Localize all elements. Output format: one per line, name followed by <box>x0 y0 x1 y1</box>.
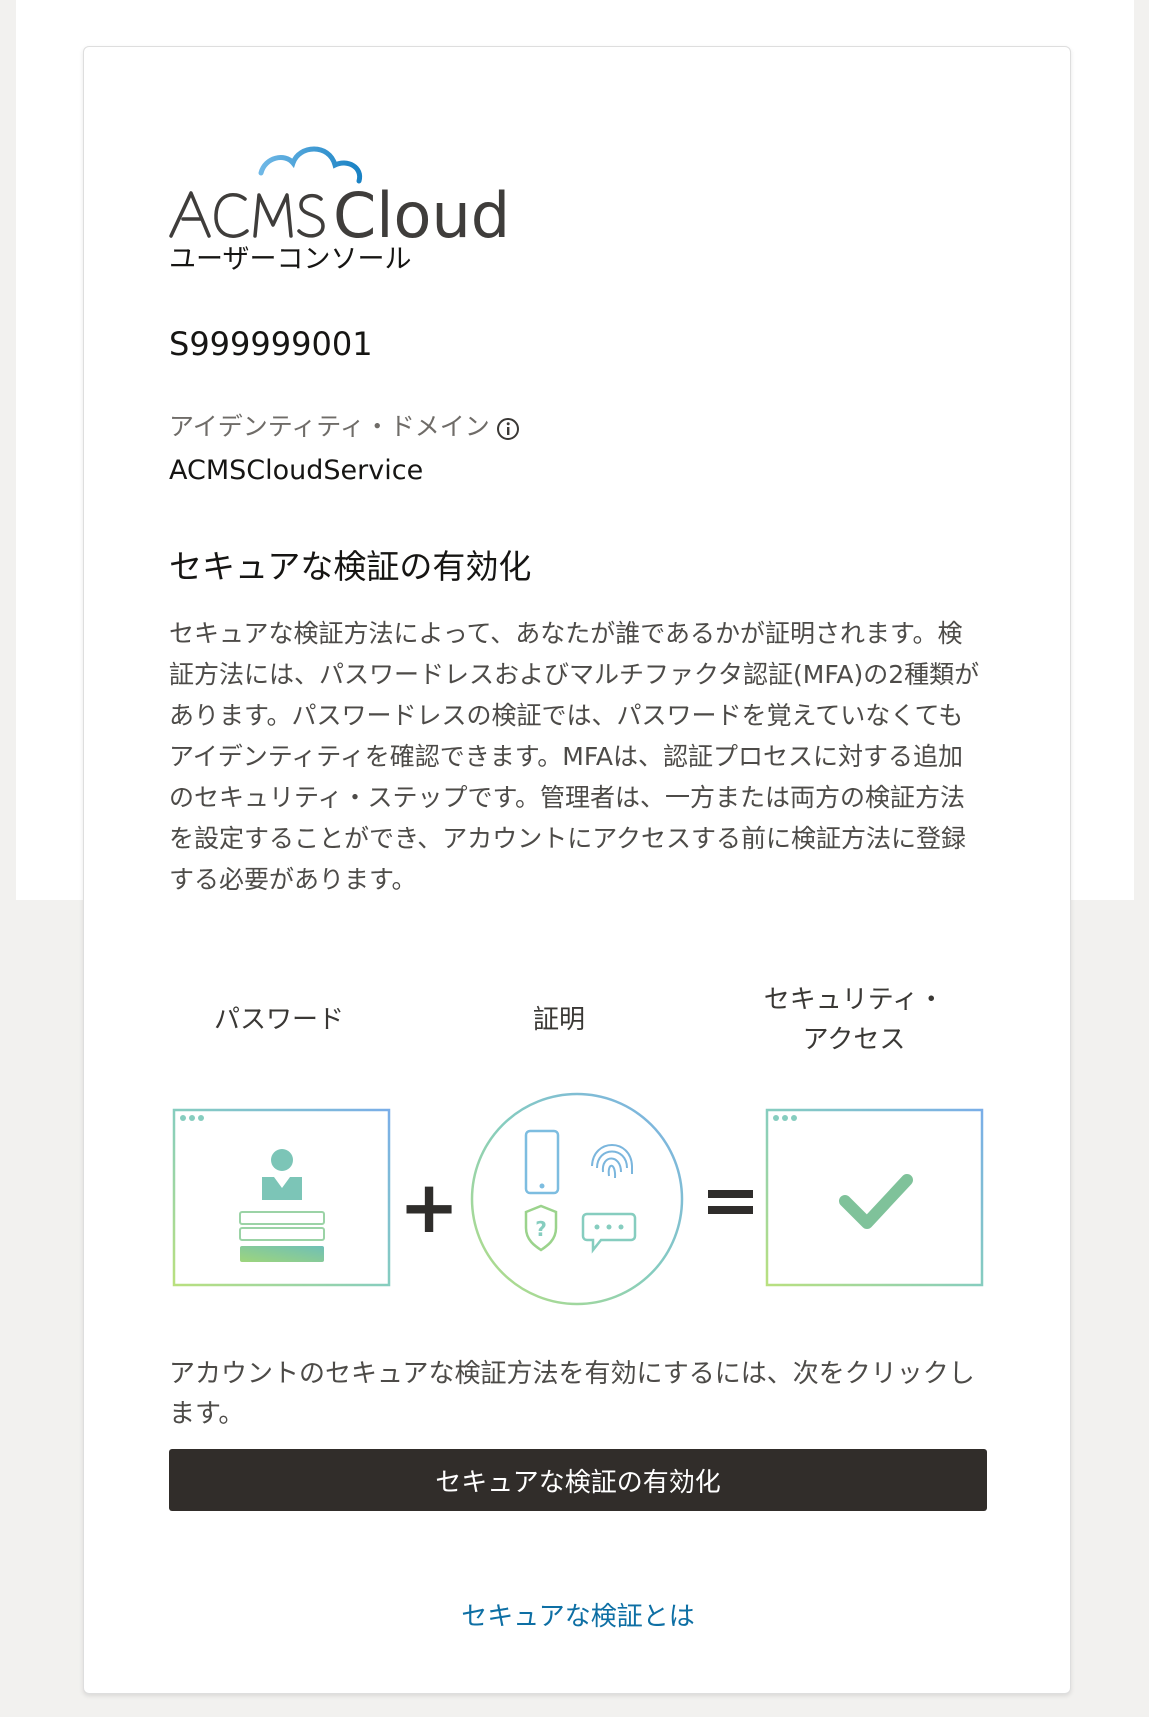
info-circle-icon[interactable] <box>496 415 520 440</box>
access-window-icon <box>765 1108 984 1287</box>
shield-question-icon: ? <box>524 1204 558 1252</box>
verification-diagram: パスワード 証明 セキュリティ・ アクセス + ? <box>169 940 987 1310</box>
identity-domain-value: ACMSCloudService <box>169 455 424 486</box>
fingerprint-icon <box>591 1144 633 1179</box>
instruction-text: アカウントのセキュアな検証方法を有効にするには、次をクリックします。 <box>169 1359 975 1429</box>
diagram-graphic: + ? <box>172 1092 984 1306</box>
equals-sign <box>708 1190 753 1214</box>
password-window-icon <box>172 1108 391 1287</box>
checkmark-icon <box>839 1174 913 1229</box>
app-name: ユーザーコンソール <box>169 244 412 275</box>
description-text: セキュアな検証方法によって、あなたが誰であるかが証明されます。検証方法には、パス… <box>169 619 980 894</box>
cloud-icon <box>258 146 363 184</box>
identity-domain-label-text: アイデンティティ・ドメイン <box>169 412 490 441</box>
what-is-secure-verification-link[interactable]: セキュアな検証とは <box>169 1598 987 1636</box>
enable-secure-verification-button[interactable]: セキュアな検証の有効化 <box>169 1449 987 1511</box>
page-title: セキュアな検証の有効化 <box>169 547 532 586</box>
identity-domain-label: アイデンティティ・ドメイン <box>169 409 520 445</box>
chat-bubble-icon <box>581 1212 637 1254</box>
tenant-id: S999999001 <box>169 325 373 363</box>
login-card: Cloud ユーザーコンソール S999999001 アイデンティティ・ドメイン… <box>83 46 1071 1694</box>
plus-sign: + <box>399 1165 459 1249</box>
proof-circle-icon: ? <box>470 1092 684 1306</box>
svg-text:?: ? <box>535 1217 547 1241</box>
